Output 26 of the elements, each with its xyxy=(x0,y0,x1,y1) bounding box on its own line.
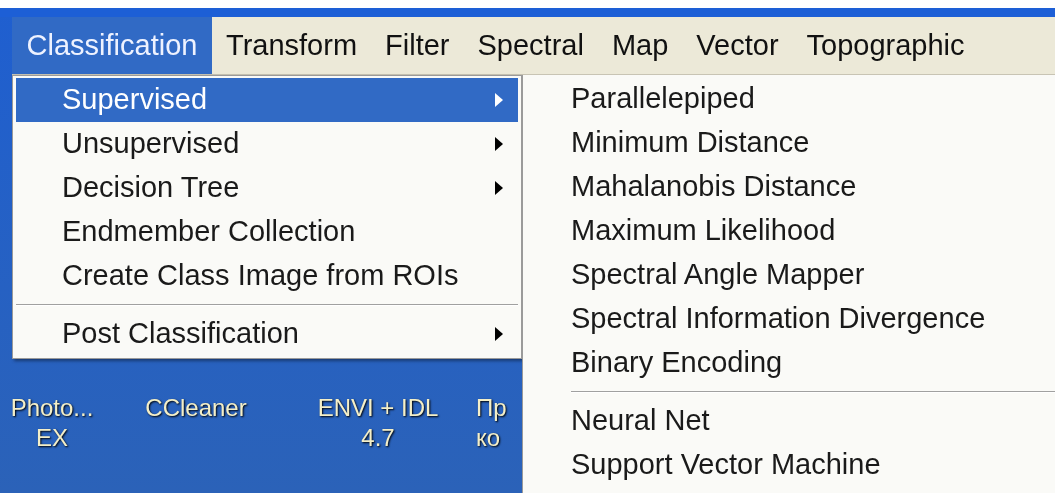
menu-item[interactable]: Maximum Likelihood xyxy=(523,209,1055,253)
menu-item[interactable]: Minimum Distance xyxy=(523,121,1055,165)
desktop-icon-label[interactable]: Photo... EX xyxy=(0,393,108,453)
menu-item[interactable]: Supervised xyxy=(16,78,518,122)
menu-item[interactable]: Binary Encoding xyxy=(523,341,1055,385)
menu-item[interactable]: Neural Net xyxy=(523,399,1055,443)
menu-item[interactable]: Mahalanobis Distance xyxy=(523,165,1055,209)
desktop-icon-label[interactable]: ENVI + IDL 4.7 xyxy=(300,393,456,453)
menu-item[interactable]: Support Vector Machine xyxy=(523,443,1055,487)
menu-bar-item[interactable]: Filter xyxy=(371,17,464,74)
menu-item[interactable]: Unsupervised xyxy=(16,122,518,166)
menu-item[interactable]: Spectral Angle Mapper xyxy=(523,253,1055,297)
menu-item[interactable]: Post Classification xyxy=(16,312,518,356)
menu-item[interactable]: Decision Tree xyxy=(16,166,518,210)
menu-item[interactable]: Spectral Information Divergence xyxy=(523,297,1055,341)
menu-bar-item[interactable]: Classification xyxy=(12,17,212,74)
menu-bar-item[interactable]: Spectral xyxy=(463,17,598,74)
menu-bar-item[interactable]: Transform xyxy=(212,17,372,74)
menu-bar-item[interactable]: Vector xyxy=(682,17,793,74)
menu-bar-item[interactable]: Map xyxy=(597,17,683,74)
desktop-icon-label[interactable]: CCleaner xyxy=(136,393,256,423)
menu-item[interactable]: Create Class Image from ROIs xyxy=(16,254,518,298)
menu-item[interactable]: Parallelepiped xyxy=(523,77,1055,121)
menu-item[interactable]: Endmember Collection xyxy=(16,210,518,254)
desktop-icon-label[interactable]: Пр ко xyxy=(476,393,516,453)
menu-bar-item[interactable]: Topographic xyxy=(792,17,979,74)
